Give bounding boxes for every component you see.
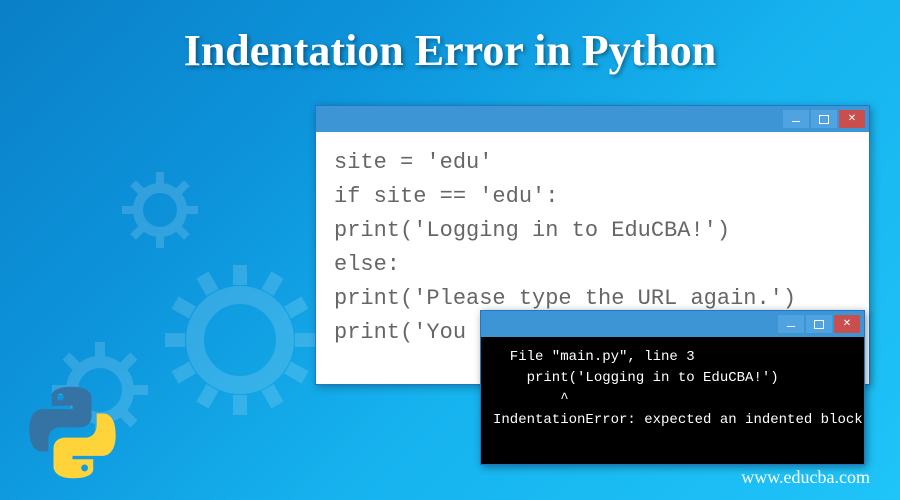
close-button[interactable]: [834, 315, 860, 333]
terminal-line: IndentationError: expected an indented b…: [493, 410, 852, 431]
terminal-window: File "main.py", line 3 print('Logging in…: [480, 310, 865, 465]
minimize-button[interactable]: [783, 110, 809, 128]
maximize-button[interactable]: [806, 315, 832, 333]
maximize-button[interactable]: [811, 110, 837, 128]
close-button[interactable]: [839, 110, 865, 128]
minimize-button[interactable]: [778, 315, 804, 333]
code-line: else:: [334, 248, 851, 282]
terminal-content: File "main.py", line 3 print('Logging in…: [481, 337, 864, 441]
code-line: if site == 'edu':: [334, 180, 851, 214]
page-title: Indentation Error in Python: [0, 0, 900, 76]
footer-url: www.educba.com: [741, 467, 870, 488]
terminal-titlebar: [481, 311, 864, 337]
terminal-line: print('Logging in to EduCBA!'): [493, 368, 852, 389]
python-logo-icon: [25, 385, 120, 480]
code-line: print('Logging in to EduCBA!'): [334, 214, 851, 248]
terminal-line: ^: [493, 389, 852, 410]
terminal-line: File "main.py", line 3: [493, 347, 852, 368]
code-window-titlebar: [316, 106, 869, 132]
code-line: site = 'edu': [334, 146, 851, 180]
